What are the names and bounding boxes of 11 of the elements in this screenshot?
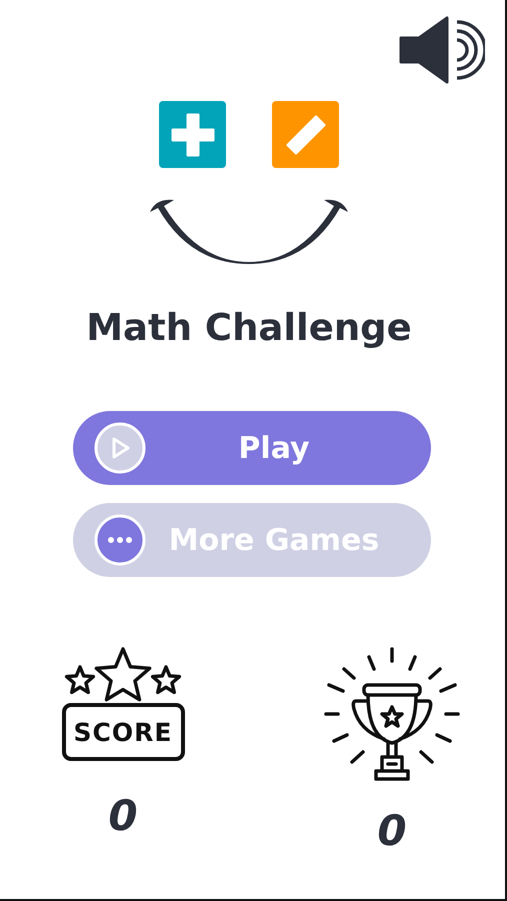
game-title: Math Challenge bbox=[86, 306, 412, 349]
plus-icon bbox=[159, 101, 226, 168]
more-icon bbox=[93, 513, 147, 567]
speaker-icon[interactable] bbox=[399, 16, 485, 84]
best-score-value: 0 bbox=[377, 806, 407, 855]
play-icon bbox=[93, 421, 147, 475]
score-sign: SCORE bbox=[62, 703, 184, 761]
score-value: 0 bbox=[108, 791, 138, 840]
trophy-icon bbox=[324, 647, 460, 784]
minus-icon bbox=[272, 101, 339, 168]
play-button[interactable]: Play bbox=[73, 411, 431, 485]
